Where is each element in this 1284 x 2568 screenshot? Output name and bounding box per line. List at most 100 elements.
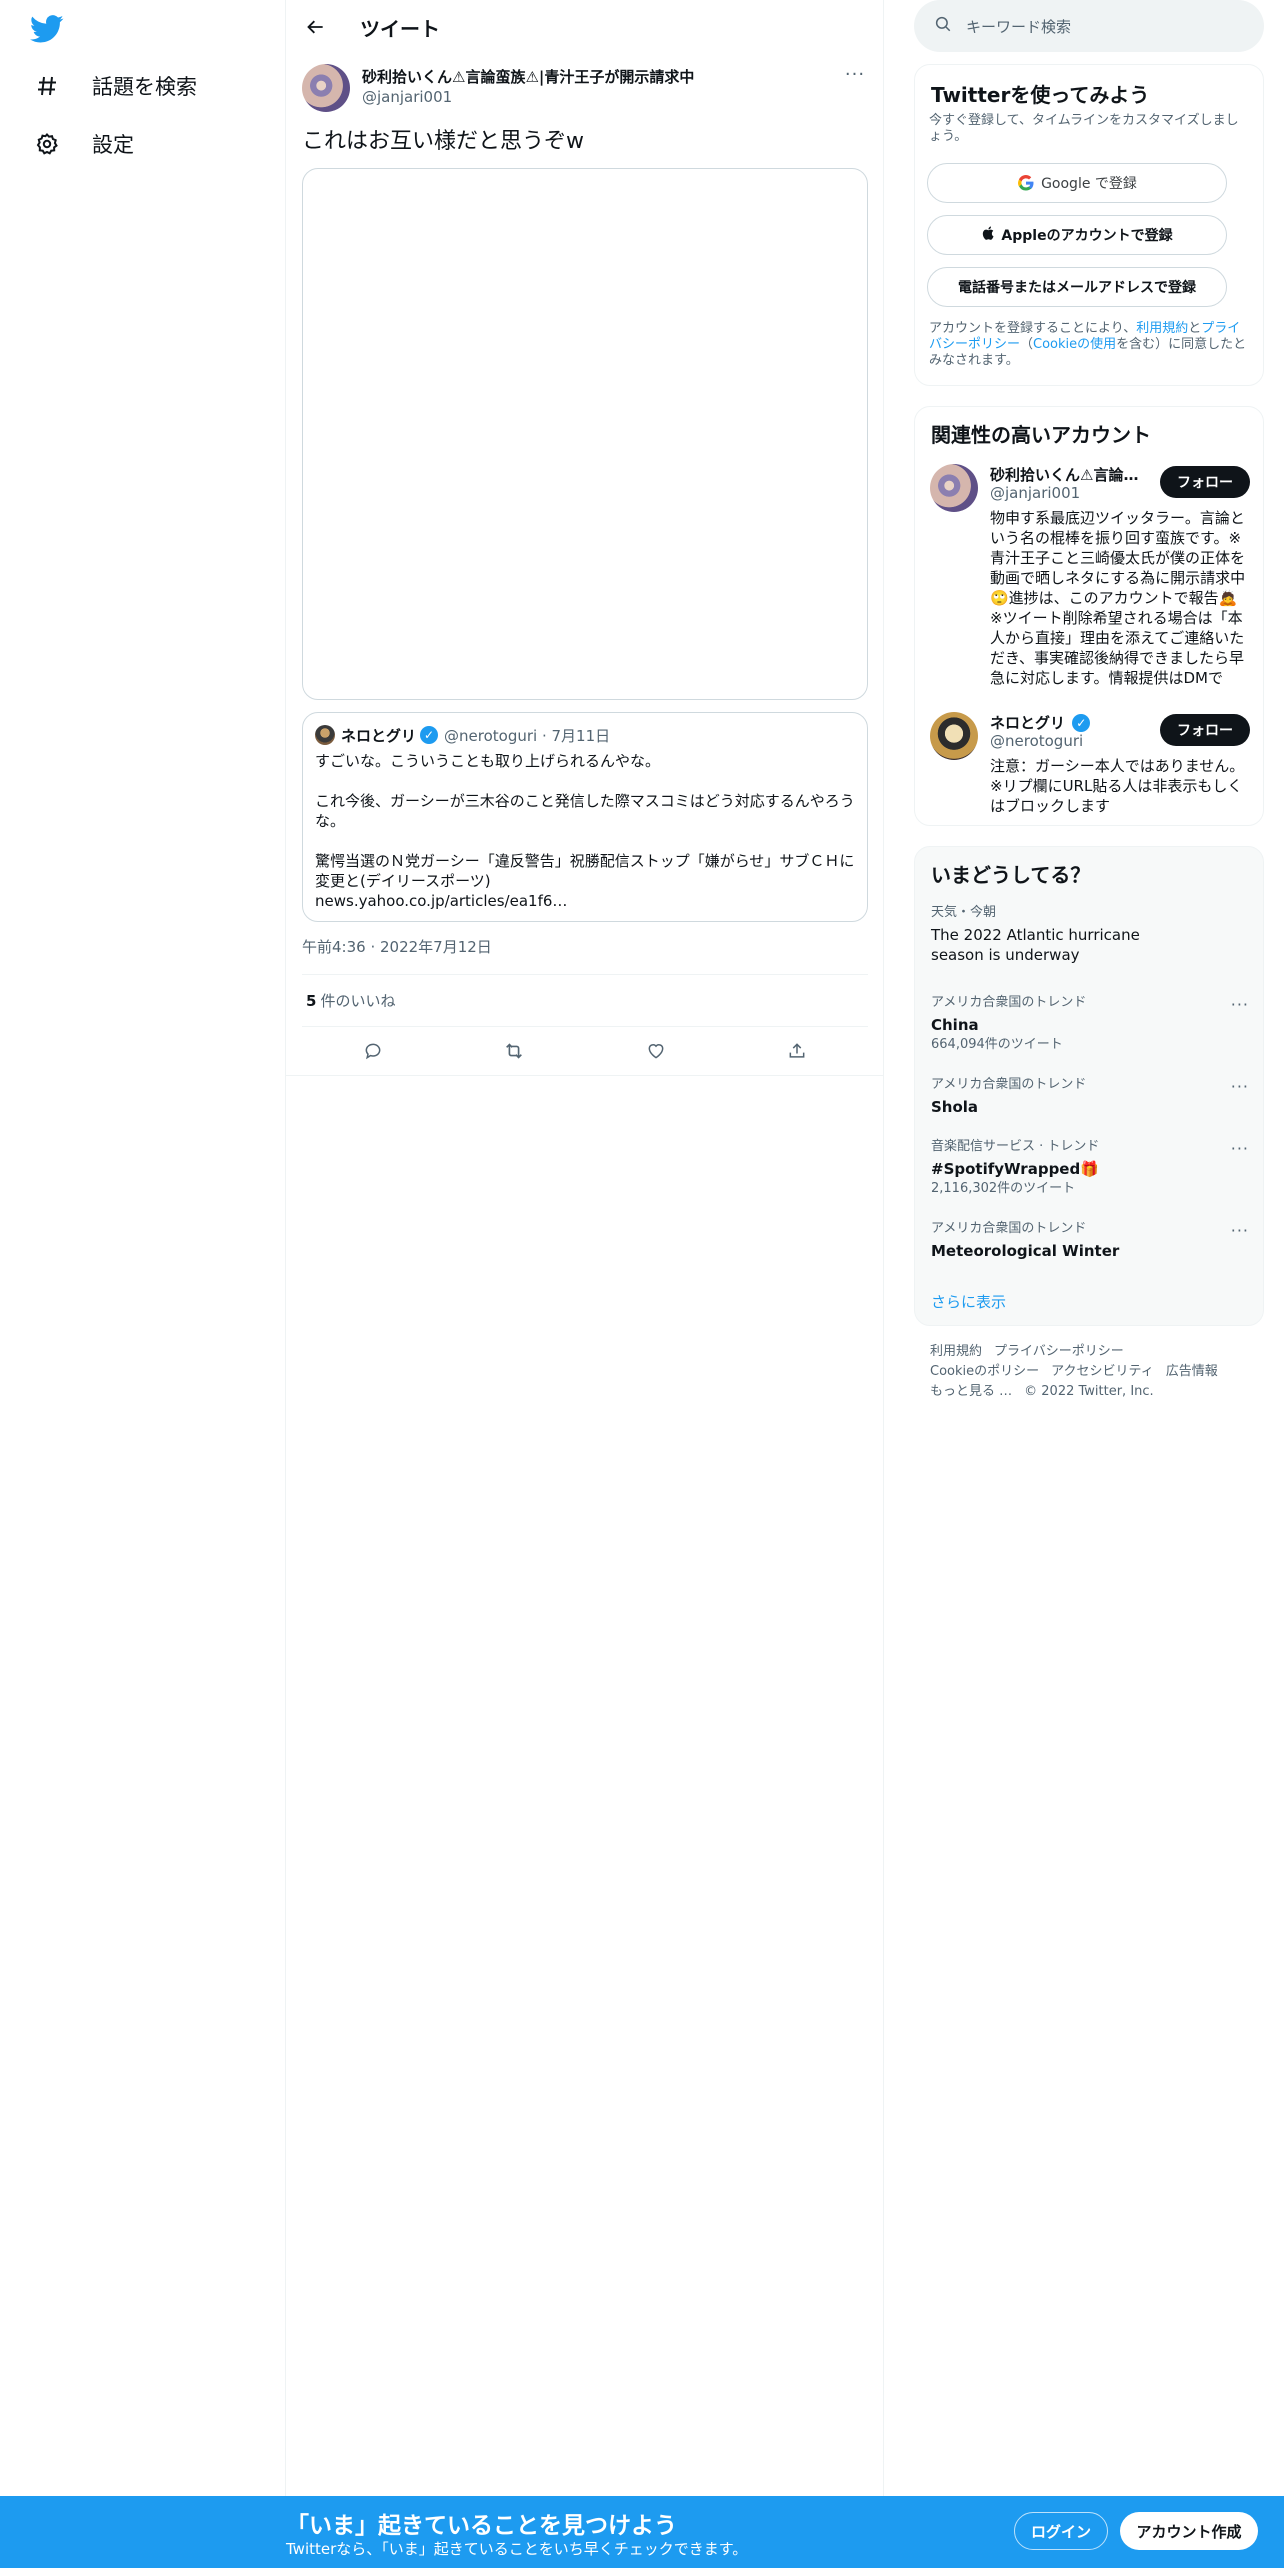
likes-label: 件のいいね bbox=[320, 992, 396, 1010]
trend-item[interactable]: 天気・今朝 The 2022 Atlantic hurricane season… bbox=[931, 905, 1249, 965]
account-name-text: ネロとグリ bbox=[990, 714, 1066, 732]
google-icon bbox=[1017, 174, 1035, 192]
account-bio: 物申す系最底辺ツイッタラー。言論という名の棍棒を振り回す蛮族です。※青汁王子こと… bbox=[990, 509, 1246, 687]
verified-badge-icon: ✓ bbox=[420, 726, 439, 744]
trend-name: Shola bbox=[931, 1098, 979, 1116]
google-signup-button[interactable]: Google で登録 bbox=[927, 163, 1227, 203]
footer-link[interactable]: アクセシビリティ bbox=[1051, 1364, 1154, 1379]
media-placeholder[interactable] bbox=[302, 168, 868, 700]
retweet-icon[interactable] bbox=[495, 1032, 533, 1070]
terms-text: と bbox=[1188, 321, 1202, 336]
trend-name: China bbox=[931, 1016, 979, 1034]
button-label: 電話番号またはメールアドレスで登録 bbox=[958, 280, 1196, 296]
trend-context: アメリカ合衆国のトレンド bbox=[931, 1221, 1087, 1236]
trend-context: アメリカ合衆国のトレンド bbox=[931, 995, 1087, 1010]
trends-panel: いまどうしてる？ 天気・今朝 The 2022 Atlantic hurrica… bbox=[914, 846, 1264, 1326]
nav-item-settings[interactable]: 設定 bbox=[26, 116, 134, 172]
banner-subtitle: Twitterなら、「いま」起きていることをいち早くチェックできます。 bbox=[286, 2540, 748, 2558]
trend-name: Meteorological Winter bbox=[931, 1242, 1120, 1260]
signup-terms: アカウントを登録することにより、利用規約とプライバシーポリシー（Cookieの使… bbox=[929, 321, 1249, 369]
panel-subtitle: 今すぐ登録して、タイムラインをカスタマイズしましょう。 bbox=[929, 113, 1239, 144]
account-handle: @nerotoguri bbox=[990, 732, 1084, 750]
footer-link[interactable]: もっと見る … bbox=[930, 1384, 1012, 1399]
phone-email-signup-button[interactable]: 電話番号またはメールアドレスで登録 bbox=[927, 267, 1227, 307]
share-icon[interactable] bbox=[778, 1032, 816, 1070]
more-options-icon[interactable]: ··· bbox=[1231, 1139, 1249, 1158]
panel-title: いまどうしてる？ bbox=[931, 863, 1091, 887]
divider bbox=[286, 1075, 884, 1076]
button-label: Appleのアカウントで登録 bbox=[1001, 228, 1173, 244]
apple-signup-button[interactable]: Appleのアカウントで登録 bbox=[927, 215, 1227, 255]
search-input[interactable]: キーワード検索 bbox=[966, 16, 1071, 37]
trend-item[interactable]: アメリカ合衆国のトレンド Shola ··· bbox=[931, 1077, 1249, 1117]
follow-button[interactable]: フォロー bbox=[1160, 466, 1250, 498]
trend-name: The 2022 Atlantic hurricane season is un… bbox=[931, 926, 1140, 964]
follow-button[interactable]: フォロー bbox=[1160, 714, 1250, 746]
quote-author-name: ネロとグリ bbox=[341, 726, 417, 745]
cookie-link[interactable]: Cookieの使用 bbox=[1033, 337, 1116, 352]
quote-text: すごいな。こういうことも取り上げられるんやな。 これ今後、ガーシーが三木谷のこと… bbox=[315, 752, 855, 910]
avatar[interactable] bbox=[302, 64, 350, 112]
terms-text: アカウントを登録することにより、 bbox=[929, 321, 1137, 336]
banner-title: 「いま」起きていることを見つけよう bbox=[286, 2513, 677, 2539]
login-button[interactable]: ログイン bbox=[1014, 2512, 1108, 2550]
tweet-text: これはお互い様だと思うぞw bbox=[302, 129, 584, 154]
footer-link[interactable]: Cookieのポリシー bbox=[930, 1364, 1039, 1379]
signup-banner: 「いま」起きていることを見つけよう Twitterなら、「いま」起きていることを… bbox=[0, 2496, 1284, 2568]
quote-handle-date: @nerotoguri · 7月11日 bbox=[444, 726, 611, 745]
account-name[interactable]: 砂利拾いくん⚠言論蛮族⚠|青汁王子が開示請求中 bbox=[990, 464, 1140, 485]
hashtag-icon bbox=[26, 65, 68, 107]
terms-link[interactable]: 利用規約 bbox=[1136, 321, 1188, 336]
footer-link[interactable]: 広告情報 bbox=[1166, 1364, 1218, 1379]
reply-icon[interactable] bbox=[354, 1032, 392, 1070]
twitter-bird-icon[interactable] bbox=[30, 12, 70, 52]
verified-badge-icon: ✓ bbox=[1072, 714, 1091, 732]
like-icon[interactable] bbox=[637, 1032, 675, 1070]
trend-context: 音楽配信サービス · トレンド bbox=[931, 1139, 1100, 1154]
gear-icon bbox=[26, 123, 68, 165]
arrow-left-icon[interactable] bbox=[296, 7, 336, 47]
page-title: ツイート bbox=[360, 16, 440, 41]
account-bio: 注意：ガーシー本人ではありません。※リプ欄にURL貼る人は非表示もしくはブロック… bbox=[990, 757, 1245, 815]
terms-text: （ bbox=[1020, 337, 1034, 352]
more-options-icon[interactable]: ··· bbox=[1231, 1077, 1249, 1096]
likes-count[interactable]: 5 件のいいね bbox=[306, 990, 395, 1011]
trend-item[interactable]: アメリカ合衆国のトレンド Meteorological Winter ··· bbox=[931, 1221, 1249, 1261]
search-bar[interactable]: キーワード検索 bbox=[914, 0, 1264, 52]
panel-title: 関連性の高いアカウント bbox=[931, 423, 1151, 447]
account-name[interactable]: ネロとグリ ✓ bbox=[990, 712, 1140, 733]
quoted-tweet[interactable]: ネロとグリ ✓ @nerotoguri · 7月11日 すごいな。こういうことも… bbox=[302, 712, 868, 922]
trend-count: 2,116,302件のツイート bbox=[931, 1181, 1076, 1196]
author-handle[interactable]: @janjari001 bbox=[362, 88, 452, 106]
more-options-icon[interactable]: ··· bbox=[843, 64, 867, 88]
nav-item-explore[interactable]: 話題を検索 bbox=[26, 58, 197, 114]
search-icon bbox=[934, 15, 952, 37]
apple-icon bbox=[981, 225, 997, 245]
account-handle: @janjari001 bbox=[990, 484, 1081, 502]
tweet-detail-column: ツイート 砂利拾いくん⚠言論蛮族⚠|青汁王子が開示請求中 @janjari001… bbox=[286, 0, 884, 2496]
show-more-link[interactable]: さらに表示 bbox=[931, 1291, 1006, 1312]
tweet-timestamp[interactable]: 午前4:36 · 2022年7月12日 bbox=[302, 936, 492, 957]
tweet-actions bbox=[302, 1028, 868, 1074]
divider bbox=[302, 1026, 868, 1027]
divider bbox=[302, 974, 868, 975]
trend-count: 664,094件のツイート bbox=[931, 1037, 1063, 1052]
trend-item[interactable]: 音楽配信サービス · トレンド #SpotifyWrapped🎁 2,116,3… bbox=[931, 1139, 1249, 1197]
avatar[interactable] bbox=[930, 464, 978, 512]
create-account-button[interactable]: アカウント作成 bbox=[1120, 2512, 1258, 2550]
trend-item[interactable]: アメリカ合衆国のトレンド China 664,094件のツイート ··· bbox=[931, 995, 1249, 1053]
avatar[interactable] bbox=[930, 712, 978, 760]
nav-item-label: 設定 bbox=[92, 133, 134, 157]
footer-link[interactable]: 利用規約 bbox=[930, 1344, 982, 1359]
author-name[interactable]: 砂利拾いくん⚠言論蛮族⚠|青汁王子が開示請求中 bbox=[362, 66, 694, 87]
trend-context: 天気・今朝 bbox=[931, 905, 997, 920]
copyright: © 2022 Twitter, Inc. bbox=[1024, 1384, 1154, 1399]
signup-panel: Twitterを使ってみよう 今すぐ登録して、タイムラインをカスタマイズしましょ… bbox=[914, 64, 1264, 386]
more-options-icon[interactable]: ··· bbox=[1231, 1221, 1249, 1240]
header-bar: ツイート bbox=[286, 0, 884, 54]
trend-context: アメリカ合衆国のトレンド bbox=[931, 1077, 1087, 1092]
trend-name: #SpotifyWrapped🎁 bbox=[931, 1160, 1099, 1178]
footer-link[interactable]: プライバシーポリシー bbox=[994, 1344, 1124, 1359]
left-navigation: 話題を検索 設定 bbox=[0, 0, 286, 2496]
more-options-icon[interactable]: ··· bbox=[1231, 995, 1249, 1014]
